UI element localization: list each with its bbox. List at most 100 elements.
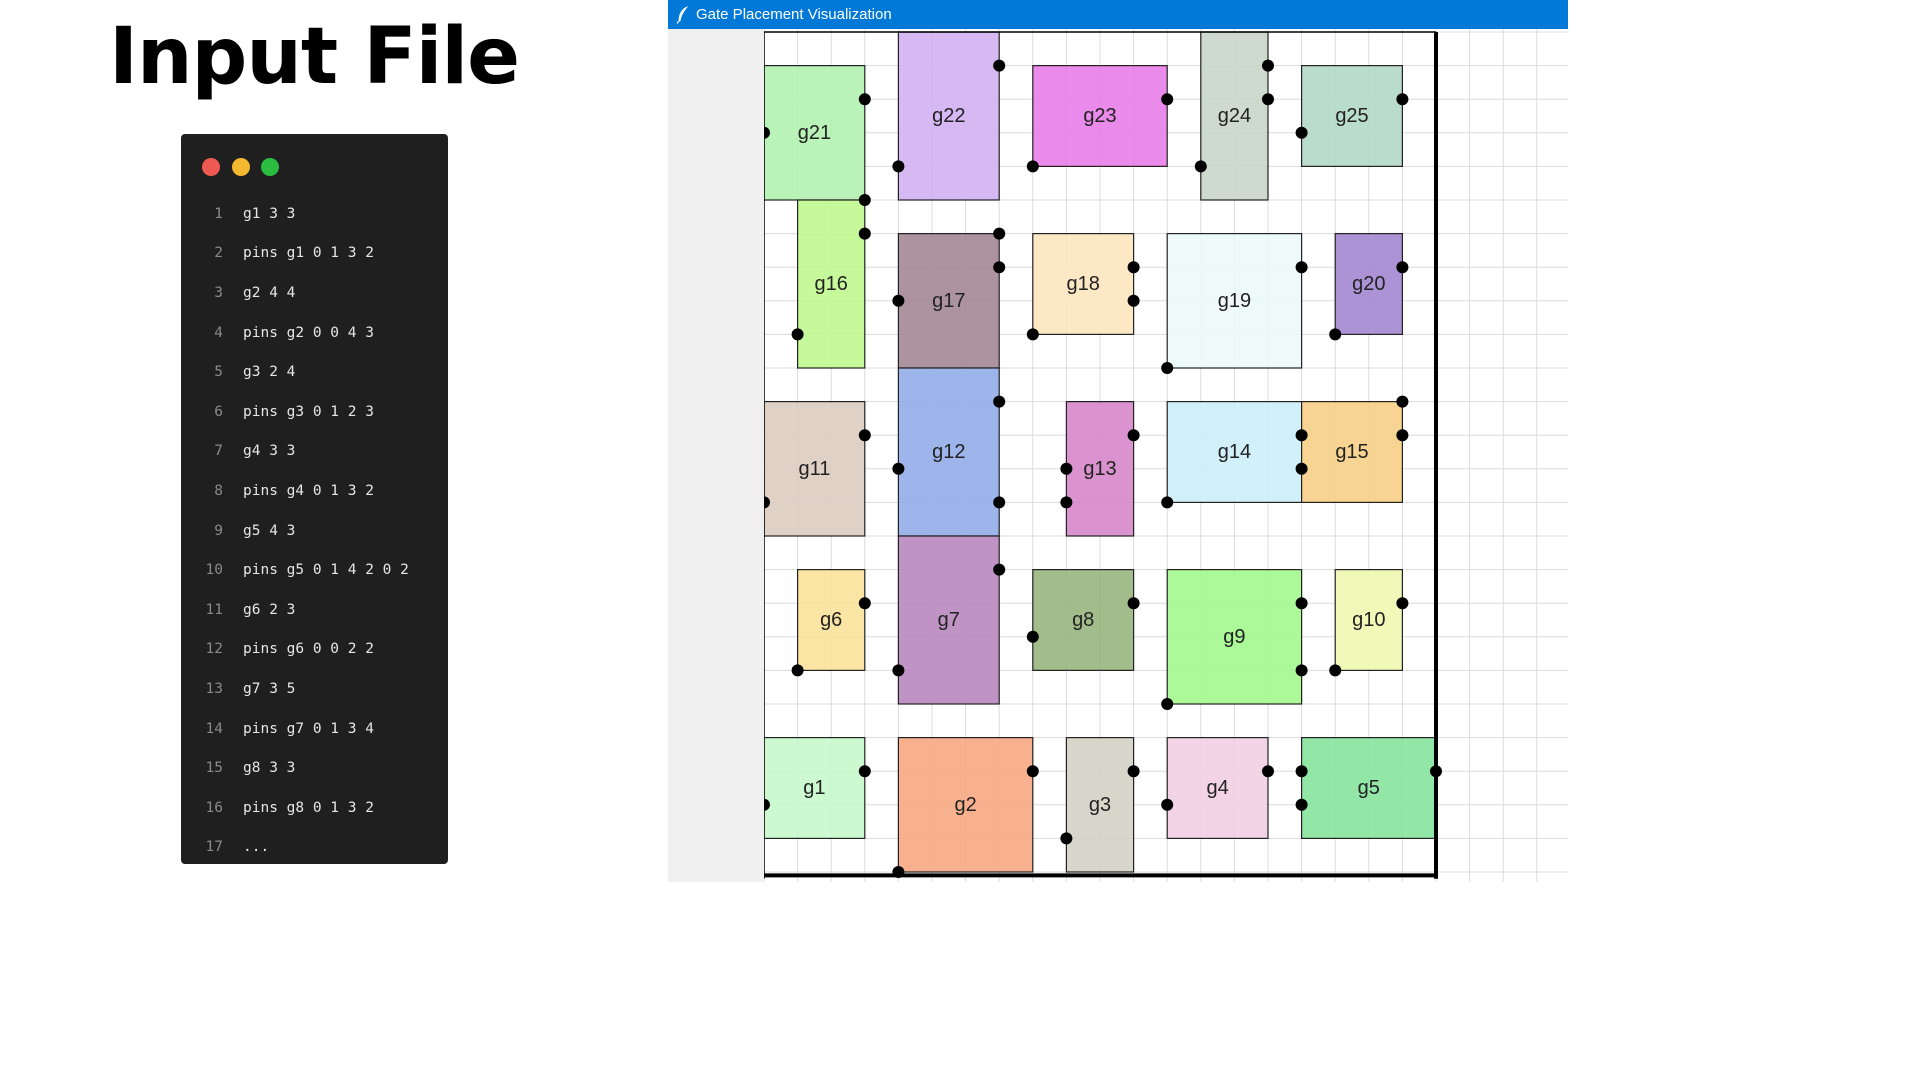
gate-label: g8	[1072, 609, 1094, 631]
placement-board: g21 g22 g23 g24 g25 g16 g17 g18 g19 g20 g11 g12 g13 g…	[764, 29, 1568, 882]
gate-label: g5	[1358, 777, 1380, 799]
pin-dot	[1026, 160, 1039, 173]
gate-label: g11	[798, 458, 830, 480]
line-number: 8	[214, 482, 223, 499]
gate-g11[interactable]: g11	[764, 401, 866, 537]
code-line: 12 pins g6 0 0 2 2	[181, 630, 448, 670]
code-line: 13 g7 3 5	[181, 669, 448, 709]
gate-g15[interactable]: g15	[1300, 401, 1403, 504]
code-text: g5 4 3	[243, 522, 296, 539]
code-editor-panel: 1 g1 3 3 2 pins g1 0 1 3 2 3 g2 4 4 4 pins g2 0…	[181, 134, 448, 864]
line-number: 16	[205, 799, 223, 816]
pin-dot	[1262, 93, 1274, 106]
window-titlebar[interactable]: Gate Placement Visualization	[668, 0, 1568, 29]
pin-dot	[1295, 462, 1308, 475]
gate-g6[interactable]: g6	[796, 568, 866, 671]
gate-g4[interactable]: g4	[1166, 736, 1269, 839]
code-line: 6 pins g3 0 1 2 3	[181, 392, 448, 432]
code-line: 3 g2 4 4	[181, 273, 448, 313]
pin-dot	[1026, 328, 1039, 341]
gate-g9[interactable]: g9	[1166, 568, 1303, 705]
code-text: g8 3 3	[243, 760, 296, 777]
gate-label: g10	[1352, 609, 1385, 631]
app-window: Gate Placement Visualization g21 g22 g23 g2…	[668, 0, 1568, 882]
code-line: 16 pins g8 0 1 3 2	[181, 788, 448, 828]
pin-dot	[858, 429, 871, 442]
line-number: 2	[214, 245, 223, 262]
pin-dot	[1396, 261, 1409, 274]
pin-dot	[993, 261, 1006, 274]
line-number: 4	[214, 324, 223, 341]
pin-dot	[1060, 496, 1073, 509]
pin-dot	[993, 59, 1006, 72]
gate-label: g4	[1206, 777, 1228, 799]
code-text: pins g5 0 1 4 2 0 2	[243, 562, 409, 579]
gate-label: g16	[815, 273, 848, 295]
window-title: Gate Placement Visualization	[696, 6, 892, 23]
pin-dot	[858, 765, 871, 778]
code-lines: 1 g1 3 3 2 pins g1 0 1 3 2 3 g2 4 4 4 pins g2 0…	[181, 194, 448, 867]
gate-g18[interactable]: g18	[1032, 233, 1135, 336]
gate-label: g3	[1089, 794, 1111, 816]
gate-g13[interactable]: g13	[1065, 401, 1135, 537]
maximize-dot-icon	[261, 158, 279, 176]
code-line: 9 g5 4 3	[181, 511, 448, 551]
line-number: 1	[214, 205, 223, 222]
pin-dot	[892, 664, 905, 677]
pin-dot	[1161, 496, 1174, 509]
gate-g21[interactable]: g21	[764, 64, 866, 201]
gate-g16[interactable]: g16	[796, 199, 866, 369]
code-line: 15 g8 3 3	[181, 748, 448, 788]
line-number: 5	[214, 364, 223, 381]
pin-dot	[1396, 93, 1409, 106]
code-text: pins g7 0 1 3 4	[243, 720, 374, 737]
pin-dot	[858, 597, 871, 610]
code-text: g7 3 5	[243, 680, 296, 697]
gate-label: g6	[820, 609, 842, 631]
line-number: 12	[205, 641, 223, 658]
gate-g8[interactable]: g8	[1032, 568, 1135, 671]
gate-label: g7	[938, 609, 960, 631]
gate-g7[interactable]: g7	[897, 535, 1000, 705]
code-line: 1 g1 3 3	[181, 194, 448, 234]
pin-dot	[1396, 395, 1409, 408]
pin-dot	[892, 866, 905, 878]
pin-dot	[993, 227, 1006, 240]
gate-label: g13	[1083, 458, 1116, 480]
pin-dot	[1329, 664, 1342, 677]
gate-g19[interactable]: g19	[1166, 233, 1303, 369]
gate-label: g23	[1083, 105, 1116, 127]
gate-g10[interactable]: g10	[1334, 568, 1404, 671]
code-line: 7 g4 3 3	[181, 432, 448, 472]
pin-dot	[1127, 765, 1140, 778]
pin-dot	[791, 664, 804, 677]
gate-g5[interactable]: g5	[1300, 736, 1437, 839]
pin-dot	[791, 328, 804, 341]
line-number: 10	[205, 562, 223, 579]
line-number: 14	[205, 720, 223, 737]
gate-g17[interactable]: g17	[897, 233, 1000, 369]
code-line: 11 g6 2 3	[181, 590, 448, 630]
pin-dot	[892, 462, 905, 475]
line-number: 17	[205, 839, 223, 856]
pin-dot	[1262, 59, 1274, 72]
gate-g20[interactable]: g20	[1334, 233, 1404, 336]
gate-g14[interactable]: g14	[1166, 401, 1303, 504]
gate-label: g19	[1218, 290, 1251, 312]
pin-dot	[1127, 294, 1140, 307]
gate-g2[interactable]: g2	[897, 736, 1034, 873]
line-number: 15	[205, 760, 223, 777]
gate-g24[interactable]: g24	[1200, 31, 1269, 201]
pin-dot	[1127, 597, 1140, 610]
gate-g25[interactable]: g25	[1300, 64, 1403, 168]
placement-canvas[interactable]: g21 g22 g23 g24 g25 g16 g17 g18 g19 g20 g11 g12 g13 g…	[764, 29, 1568, 882]
gate-g22[interactable]: g22	[897, 31, 1000, 201]
gate-g3[interactable]: g3	[1065, 736, 1135, 873]
gate-g1[interactable]: g1	[764, 736, 866, 839]
gate-label: g2	[954, 794, 976, 816]
gate-g23[interactable]: g23	[1032, 64, 1168, 168]
close-dot-icon	[202, 158, 220, 176]
code-line: 8 pins g4 0 1 3 2	[181, 471, 448, 511]
gate-g12[interactable]: g12	[897, 367, 1000, 537]
code-text: pins g1 0 1 3 2	[243, 245, 374, 262]
